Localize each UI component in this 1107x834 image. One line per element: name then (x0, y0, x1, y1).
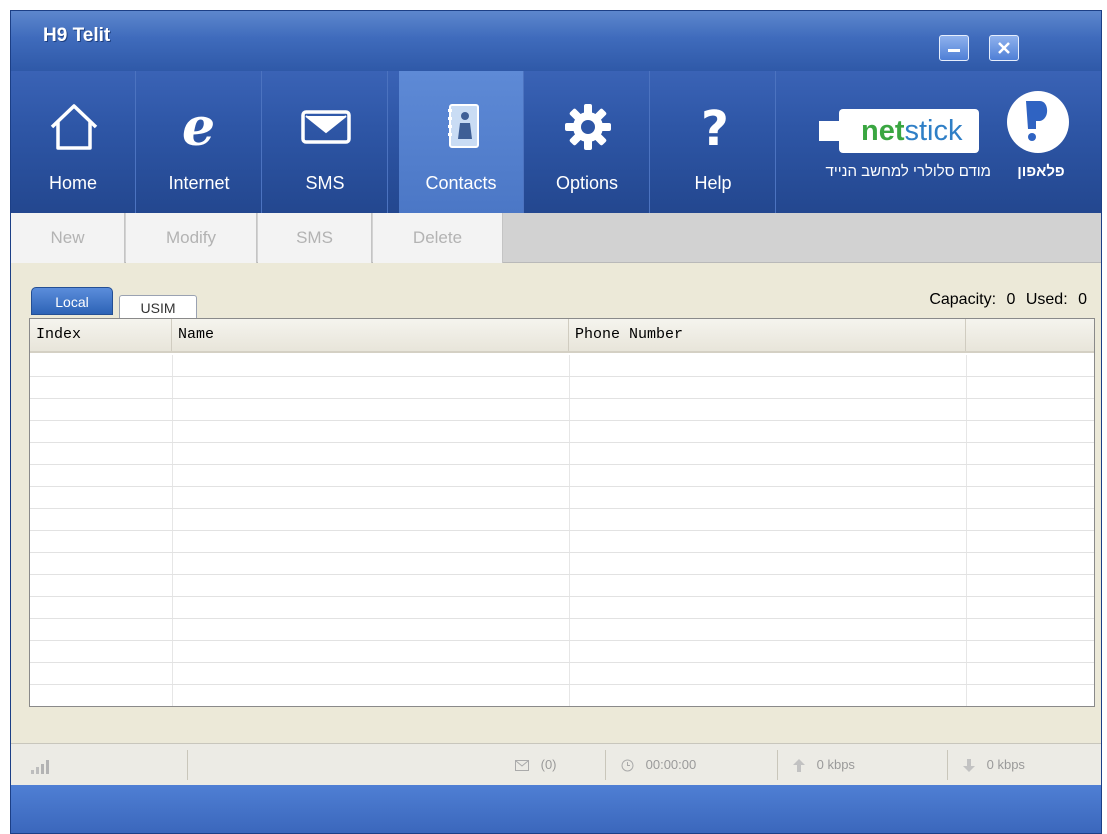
table-row[interactable] (30, 641, 1094, 663)
download-arrow-icon (963, 759, 975, 773)
modify-button[interactable]: Modify (126, 213, 257, 263)
envelope-icon (301, 110, 351, 144)
table-row[interactable] (30, 619, 1094, 641)
capacity-info: Capacity: 0 Used: 0 (923, 291, 1087, 309)
nav-contacts-label: Contacts (425, 173, 497, 193)
table-row[interactable] (30, 421, 1094, 443)
svg-text:?: ? (701, 101, 729, 153)
capacity-label: Capacity: (929, 291, 997, 308)
download-speed: 0 kbps (963, 744, 1025, 786)
app-window: H9 Telit Home e Internet SMS Contacts Op… (10, 10, 1102, 834)
brand-tagline: מודם סלולרי למחשב הנייד (825, 163, 991, 180)
minimize-icon (948, 49, 960, 52)
upload-value: 0 kbps (816, 757, 855, 772)
table-row[interactable] (30, 685, 1094, 706)
used-value: 0 (1078, 291, 1087, 308)
nav-options-label: Options (555, 173, 619, 193)
capacity-value: 0 (1006, 291, 1016, 308)
table-body (30, 355, 1094, 706)
company-name: פלאפון (1017, 163, 1065, 180)
table-row[interactable] (30, 399, 1094, 421)
clock-icon (621, 759, 634, 772)
column-header-name[interactable]: Name (172, 319, 569, 351)
status-bar: (0) 00:00:00 0 kbps 0 kbps (11, 743, 1101, 785)
brand-area: netstick מודם סלולרי למחשב הנייד פלאפון (771, 71, 1101, 213)
status-divider (947, 750, 948, 780)
close-icon (998, 42, 1010, 54)
nav-internet[interactable]: e Internet (137, 71, 262, 213)
action-bar: New Modify SMS Delete (11, 213, 1101, 263)
footer-bar (11, 785, 1101, 833)
download-value: 0 kbps (986, 757, 1025, 772)
main-toolbar: Home e Internet SMS Contacts Options ? H… (11, 71, 1101, 213)
table-row[interactable] (30, 443, 1094, 465)
nav-home-label: Home (48, 173, 97, 193)
column-header-phone[interactable]: Phone Number (569, 319, 966, 351)
title-bar[interactable]: H9 Telit (11, 11, 1101, 71)
status-divider (187, 750, 188, 780)
minimize-button[interactable] (939, 35, 969, 61)
signal-strength (31, 744, 53, 786)
sms-button[interactable]: SMS (258, 213, 372, 263)
table-row[interactable] (30, 355, 1094, 377)
nav-internet-label: Internet (168, 173, 230, 193)
used-label: Used: (1025, 291, 1068, 308)
table-row[interactable] (30, 531, 1094, 553)
table-row[interactable] (30, 553, 1094, 575)
signal-bars-icon (31, 759, 49, 774)
tab-usim[interactable]: USIM (119, 295, 197, 319)
pelephone-p-icon (1026, 101, 1048, 141)
column-header-index[interactable]: Index (30, 319, 172, 351)
nav-options[interactable]: Options (525, 71, 650, 213)
netstick-logo: netstick (819, 109, 979, 153)
contacts-table[interactable]: Index Name Phone Number (29, 318, 1095, 707)
nav-contacts[interactable]: Contacts (399, 71, 524, 213)
table-row[interactable] (30, 597, 1094, 619)
contacts-book-icon (448, 104, 479, 148)
sms-status: (0) (515, 744, 557, 786)
window-title: H9 Telit (43, 25, 111, 46)
status-divider (777, 750, 778, 780)
new-button[interactable]: New (11, 213, 125, 263)
connection-timer: 00:00:00 (621, 744, 696, 786)
upload-speed: 0 kbps (793, 744, 855, 786)
delete-button[interactable]: Delete (373, 213, 503, 263)
pelephone-logo (1007, 91, 1069, 153)
envelope-icon (515, 760, 529, 772)
nav-sms-label: SMS (305, 173, 345, 193)
status-divider (605, 750, 606, 780)
duration-value: 00:00:00 (645, 757, 697, 772)
table-row[interactable] (30, 663, 1094, 685)
tab-local[interactable]: Local (31, 287, 113, 315)
contacts-panel: USIM Local Capacity: 0 Used: 0 Index Nam… (11, 263, 1101, 743)
table-row[interactable] (30, 509, 1094, 531)
nav-help[interactable]: ? Help (651, 71, 776, 213)
nav-home[interactable]: Home (11, 71, 136, 213)
column-header-extra[interactable] (966, 319, 1094, 351)
table-row[interactable] (30, 465, 1094, 487)
home-icon (50, 104, 98, 150)
gear-icon (565, 104, 611, 150)
svg-text:e: e (182, 101, 215, 153)
upload-arrow-icon (793, 759, 805, 773)
table-header: Index Name Phone Number (30, 319, 1094, 353)
table-row[interactable] (30, 487, 1094, 509)
question-icon: ? (701, 101, 729, 153)
close-button[interactable] (989, 35, 1019, 61)
sms-count: (0) (540, 757, 557, 772)
table-row[interactable] (30, 377, 1094, 399)
nav-help-label: Help (694, 173, 732, 193)
usb-plug-icon (819, 121, 845, 141)
table-row[interactable] (30, 575, 1094, 597)
internet-icon: e (182, 101, 215, 153)
nav-sms[interactable]: SMS (263, 71, 388, 213)
